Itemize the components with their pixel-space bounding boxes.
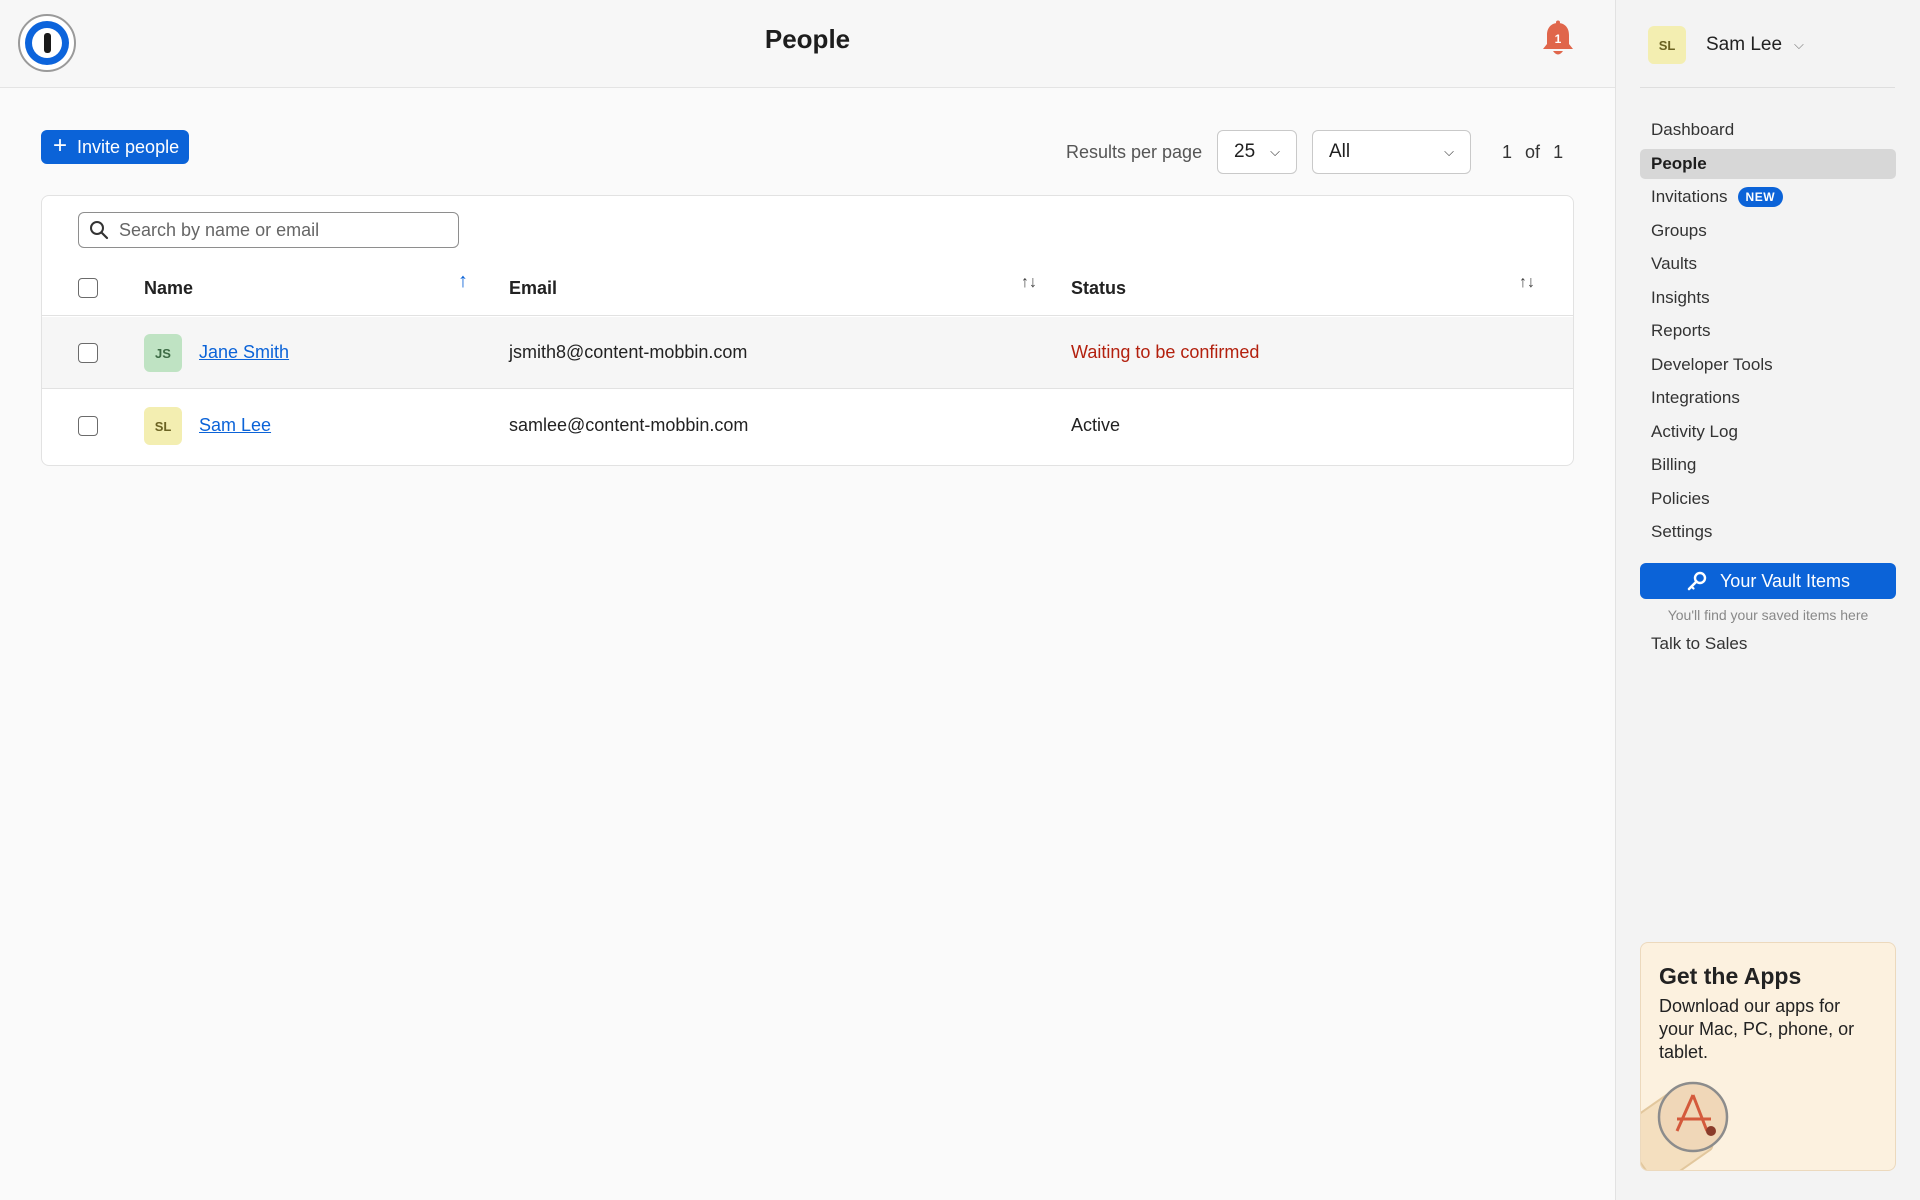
column-header-name[interactable]: Name [144, 278, 193, 299]
sidebar-item-groups[interactable]: Groups [1640, 216, 1896, 246]
user-name: Sam Lee [1706, 34, 1783, 55]
sidebar-item-insights[interactable]: Insights [1640, 283, 1896, 313]
talk-to-sales-link[interactable]: Talk to Sales [1651, 634, 1747, 654]
per-page-value: 25 [1234, 141, 1256, 162]
chevron-down-icon: ⌵ [1444, 144, 1454, 159]
avatar: SL [1648, 26, 1686, 64]
person-email: samlee@content-mobbin.com [509, 415, 749, 435]
page-current: 1 [1502, 142, 1513, 162]
row-checkbox[interactable] [78, 343, 98, 363]
sidebar-item-activity-log[interactable]: Activity Log [1640, 417, 1896, 447]
column-header-status[interactable]: Status [1071, 278, 1126, 299]
avatar: JS [144, 334, 182, 372]
sidebar-item-dashboard[interactable]: Dashboard [1640, 115, 1896, 145]
sidebar-item-vaults[interactable]: Vaults [1640, 249, 1896, 279]
person-email: jsmith8@content-mobbin.com [509, 342, 748, 362]
table-row: JS Jane Smith jsmith8@content-mobbin.com… [42, 317, 1573, 389]
invite-people-label: Invite people [77, 136, 180, 157]
search-input[interactable] [119, 219, 439, 241]
sidebar-item-reports[interactable]: Reports [1640, 316, 1896, 346]
sidebar-item-policies[interactable]: Policies [1640, 484, 1896, 514]
key-icon [1687, 571, 1707, 591]
divider [1640, 87, 1895, 88]
apps-title: Get the Apps [1659, 963, 1802, 989]
sort-ascending-icon[interactable]: ↑ [458, 270, 468, 293]
chevron-down-icon: ⌵ [1794, 37, 1804, 52]
sort-toggle-icon[interactable]: ↑↓ [1519, 274, 1535, 292]
results-per-page-label: Results per page [1066, 142, 1203, 162]
status-text: Waiting to be confirmed [1071, 342, 1260, 362]
sort-toggle-icon[interactable]: ↑↓ [1021, 274, 1037, 292]
sidebar-item-developer-tools[interactable]: Developer Tools [1640, 350, 1896, 380]
search-icon [90, 221, 109, 240]
results-per-page-select[interactable]: 25 ⌵ [1217, 130, 1297, 174]
apps-text: Download our apps for your Mac, PC, phon… [1659, 996, 1855, 1062]
notifications-bell-icon[interactable]: 1 [1540, 20, 1576, 60]
status-filter-select[interactable]: All ⌵ [1312, 130, 1471, 174]
sidebar: SL Sam Lee ⌵ Dashboard People Invitation… [1615, 0, 1920, 1200]
column-header-email[interactable]: Email [509, 278, 557, 299]
account-menu[interactable]: SL Sam Lee ⌵ [1648, 26, 1804, 64]
app-store-icon [1641, 1081, 1729, 1170]
main-area: People 1 + Invite people Results per pag… [0, 0, 1615, 1200]
sidebar-nav: Dashboard People Invitations NEW Groups … [1640, 115, 1896, 551]
people-table-card: Name ↑ Email ↑↓ Status ↑↓ JS Jane Smith … [41, 195, 1574, 466]
row-checkbox[interactable] [78, 416, 98, 436]
select-all-checkbox[interactable] [78, 278, 98, 298]
search-box[interactable] [78, 212, 459, 248]
notification-count: 1 [1554, 32, 1562, 46]
get-the-apps-card[interactable]: Get the Apps Download our apps for your … [1640, 942, 1896, 1171]
table-header: Name ↑ Email ↑↓ Status ↑↓ [42, 260, 1573, 316]
page-total: 1 [1553, 142, 1564, 162]
page-title: People [764, 24, 851, 54]
top-bar: People 1 [0, 0, 1615, 88]
page-of: of [1525, 142, 1541, 162]
sidebar-item-settings[interactable]: Settings [1640, 517, 1896, 547]
table-row: SL Sam Lee samlee@content-mobbin.com Act… [42, 390, 1573, 462]
status-text: Active [1071, 415, 1121, 435]
plus-icon: + [53, 132, 68, 159]
new-badge: NEW [1737, 187, 1784, 207]
avatar: SL [144, 407, 182, 445]
sidebar-item-invitations[interactable]: Invitations NEW [1640, 182, 1896, 212]
your-vault-items-button[interactable]: Your Vault Items [1640, 563, 1896, 599]
chevron-down-icon: ⌵ [1270, 144, 1280, 159]
sidebar-item-people[interactable]: People [1640, 148, 1896, 179]
vault-button-label: Your Vault Items [1719, 570, 1851, 591]
filter-value: All [1329, 141, 1351, 162]
vault-hint: You'll find your saved items here [1667, 607, 1869, 623]
invite-people-button[interactable]: + Invite people [41, 130, 190, 164]
person-name-link[interactable]: Jane Smith [199, 342, 289, 363]
sidebar-item-integrations[interactable]: Integrations [1640, 383, 1896, 413]
person-name-link[interactable]: Sam Lee [199, 415, 271, 436]
sidebar-item-billing[interactable]: Billing [1640, 450, 1896, 480]
pagination: 1 of 1 [1502, 142, 1563, 163]
